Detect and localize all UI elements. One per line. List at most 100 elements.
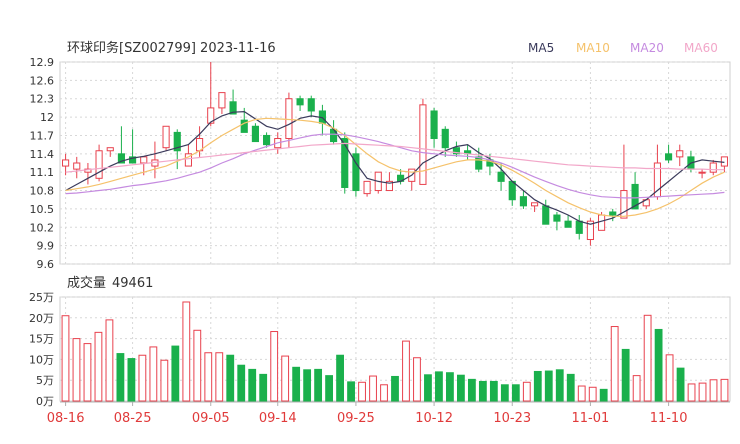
candle-body-up — [73, 162, 81, 170]
volume-bar-up — [358, 381, 366, 402]
candle-body-up — [709, 162, 717, 173]
volume-bar-down — [248, 368, 257, 402]
legend-ma20[interactable]: MA20 — [630, 41, 664, 55]
volume-bar-up — [380, 384, 388, 402]
candle-body-down — [553, 214, 561, 222]
candle — [173, 129, 181, 170]
volume-bar-up — [138, 354, 147, 402]
candle-body-down — [609, 211, 617, 216]
legend-ma60[interactable]: MA60 — [684, 41, 718, 55]
date-tick-label: 10-12 — [415, 411, 453, 426]
candle-body-up — [218, 92, 226, 109]
candle — [218, 92, 226, 115]
volume-bar-up — [72, 338, 81, 402]
volume-axis: 25万 20万 15万 10万 5万 0万 — [29, 291, 54, 408]
price-tick-label: 11.1 — [30, 166, 55, 179]
price-tick-label: 12.9 — [30, 56, 55, 69]
volume-bar-down — [237, 364, 246, 402]
candle — [531, 202, 539, 212]
volume-bar-down — [676, 367, 685, 402]
volume-bar-down — [127, 358, 136, 402]
candle-body-down — [508, 180, 516, 201]
volume-bar-down — [314, 368, 323, 402]
volume-bar-up — [720, 378, 729, 402]
candle — [665, 144, 673, 163]
candle-body-up — [140, 156, 148, 164]
volume-bar-up — [369, 375, 377, 402]
volume-bar-down — [654, 328, 663, 402]
price-axis: 12.9 12.6 12.3 12 11.7 11.4 11.1 10.8 10.5 10.2 9.… — [30, 56, 55, 271]
candle — [620, 144, 628, 219]
volume-bar-down — [500, 384, 509, 402]
candle — [207, 62, 215, 127]
candle — [653, 144, 661, 200]
volume-bar-down — [391, 375, 399, 402]
volume-tick-label: 15万 — [29, 333, 54, 346]
volume-bar-up — [193, 329, 202, 402]
volume-bar-up — [610, 326, 619, 402]
candle-body-down — [519, 196, 527, 207]
volume-bar-up — [413, 357, 421, 402]
candle-body-down — [251, 125, 259, 143]
candle — [151, 141, 159, 179]
candle-body-up — [95, 150, 103, 179]
date-tick-label: 08-25 — [114, 411, 152, 426]
volume-bar-down — [599, 388, 608, 402]
volume-bar-down — [511, 384, 520, 402]
date-tick-label: 09-05 — [192, 411, 230, 426]
volume-bar-down — [533, 370, 542, 402]
candle-body-down — [441, 128, 449, 149]
volume-bar-down — [446, 372, 454, 402]
volume-bar-down — [336, 354, 344, 402]
volume-bar-down — [467, 378, 476, 402]
date-tick-label: 08-16 — [47, 411, 85, 426]
volume-bars — [61, 301, 729, 402]
volume-bar-down — [347, 381, 355, 402]
candle — [430, 107, 438, 148]
candle-body-up — [620, 190, 628, 219]
volume-bar-up — [61, 315, 70, 402]
date-tick-label: 11-10 — [650, 411, 688, 426]
volume-label: 成交量 — [67, 275, 106, 291]
candle — [251, 123, 259, 143]
candle-body-up — [598, 214, 606, 231]
candle-body-down — [575, 220, 583, 234]
candle — [363, 180, 371, 197]
volume-bar-down — [544, 370, 553, 402]
volume-bar-up — [149, 346, 158, 402]
candle — [575, 215, 583, 240]
candle-body-up — [106, 147, 114, 152]
candle-body-down — [497, 171, 505, 182]
price-tick-label: 12.6 — [30, 74, 55, 87]
volume-bar-down — [325, 375, 334, 402]
volume-bar-up — [577, 385, 586, 402]
price-tick-label: 10.8 — [30, 185, 55, 198]
legend-ma10[interactable]: MA10 — [576, 41, 610, 55]
candle-body-down — [307, 98, 315, 112]
volume-bar-up — [182, 301, 191, 402]
volume-bar-up — [270, 331, 279, 402]
candle — [162, 125, 170, 151]
legend-ma5[interactable]: MA5 — [528, 41, 554, 55]
volume-bar-up — [281, 355, 290, 402]
volume-tick-label: 20万 — [29, 312, 54, 325]
volume-bar-down — [435, 371, 443, 402]
candle-body-down — [341, 138, 349, 188]
volume-bar-up — [665, 354, 674, 402]
candle — [553, 211, 561, 231]
legend: MA5 MA10 MA20 MA60 — [528, 41, 718, 55]
candle — [631, 172, 639, 210]
candle-body-up — [676, 150, 684, 158]
candle — [452, 141, 460, 157]
candle-body-down — [665, 153, 673, 161]
candle — [73, 156, 81, 179]
price-tick-label: 11.4 — [30, 148, 55, 161]
volume-bar-up — [643, 314, 652, 402]
candle — [586, 218, 594, 246]
price-tick-label: 9.6 — [37, 258, 55, 271]
candle — [508, 180, 516, 206]
volume-bar-up — [709, 379, 718, 402]
candle — [296, 95, 304, 111]
candle-body-up — [531, 202, 539, 207]
candle-body-up — [162, 125, 170, 149]
